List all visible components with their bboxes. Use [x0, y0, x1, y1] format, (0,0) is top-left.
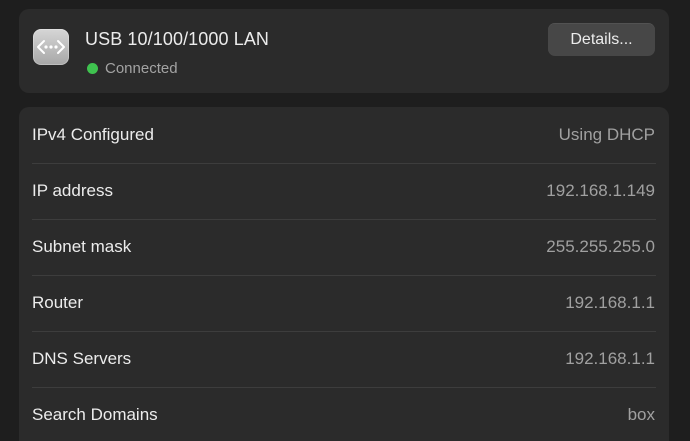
info-value: 192.168.1.1 — [565, 293, 655, 312]
details-button[interactable]: Details... — [548, 23, 655, 56]
info-row-ipv4-configured[interactable]: IPv4 Configured Using DHCP — [19, 107, 669, 163]
info-label: DNS Servers — [32, 349, 132, 368]
status-text: Connected — [105, 59, 178, 77]
info-row-search-domains[interactable]: Search Domains box — [19, 387, 669, 441]
interface-header-card: USB 10/100/1000 LAN Connected Details... — [19, 9, 669, 93]
info-row-subnet-mask[interactable]: Subnet mask 255.255.255.0 — [19, 219, 669, 275]
info-row-dns-servers[interactable]: DNS Servers 192.168.1.1 — [19, 331, 669, 387]
info-value: box — [627, 405, 655, 424]
status-dot-icon — [87, 62, 98, 74]
network-settings-page: USB 10/100/1000 LAN Connected Details...… — [0, 0, 690, 441]
info-value: Using DHCP — [558, 125, 655, 144]
info-label: Router — [32, 293, 84, 312]
network-info-card: IPv4 Configured Using DHCP IP address 19… — [19, 107, 669, 441]
info-label: Subnet mask — [32, 237, 132, 256]
info-label: Search Domains — [32, 405, 158, 424]
info-value: 255.255.255.0 — [546, 237, 655, 256]
info-row-ip-address[interactable]: IP address 192.168.1.149 — [19, 163, 669, 219]
info-value: 192.168.1.149 — [546, 181, 655, 200]
ethernet-arrows-icon — [33, 29, 69, 65]
info-value: 192.168.1.1 — [565, 349, 655, 368]
connection-status: Connected — [87, 59, 178, 77]
info-row-router[interactable]: Router 192.168.1.1 — [19, 275, 669, 331]
interface-title: USB 10/100/1000 LAN — [85, 29, 270, 49]
info-label: IP address — [32, 181, 113, 200]
info-label: IPv4 Configured — [32, 125, 154, 144]
